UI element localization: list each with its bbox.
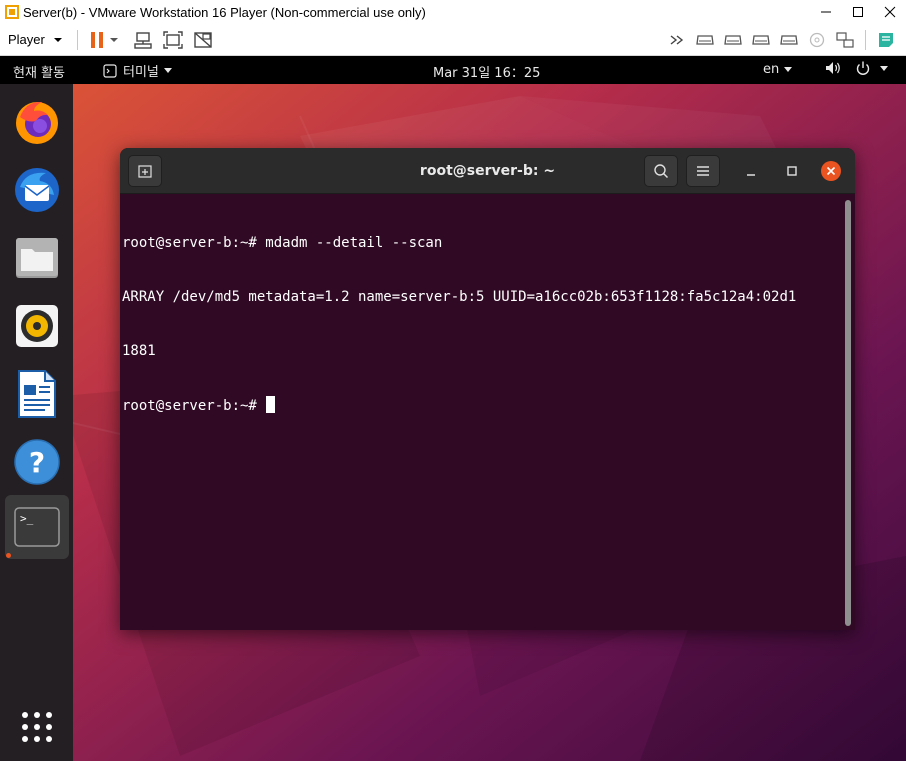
thunderbird-icon [15,168,59,212]
activities-button[interactable]: 현재 활동 [13,62,65,81]
device-status-bar [663,24,906,56]
vmware-player-window: Server(b) - VMware Workstation 16 Player… [0,0,906,761]
input-language-menu[interactable]: en [763,62,793,77]
terminal-icon: >_ [14,507,60,547]
hard-disk-icon[interactable] [719,28,747,52]
maximize-icon[interactable] [842,0,874,24]
help-icon: ? [14,439,60,485]
terminal-line: ARRAY /dev/md5 metadata=1.2 name=server-… [122,289,797,305]
rhythmbox-icon [16,305,58,347]
search-icon [654,164,669,179]
show-applications-button[interactable] [5,695,69,759]
input-language-label: en [763,62,780,77]
system-menu[interactable] [825,60,888,76]
fit-guest-icon [163,30,183,49]
dock: ? >_ [0,84,73,761]
svg-text:>_: >_ [20,512,34,525]
clock[interactable]: Mar 31일 16：25 [433,62,540,81]
svg-text:?: ? [29,446,45,479]
player-menu-label: Player [8,32,45,47]
hamburger-menu-icon [697,166,709,176]
pause-icon [90,31,103,48]
maximize-icon [787,166,797,176]
hard-disk-icon[interactable] [747,28,775,52]
gnome-top-bar: 현재 활동 터미널 Mar 31일 16：25 en [0,56,906,84]
fit-guest-button[interactable] [158,28,188,52]
toolbar-divider [76,29,78,50]
terminal-line: 1881 [122,343,156,359]
text-cursor [266,396,276,413]
close-icon [821,161,841,181]
dock-firefox[interactable] [5,90,69,154]
new-tab-icon [138,165,152,178]
guest-display[interactable]: 현재 활동 터미널 Mar 31일 16：25 en ? >_ root@ser… [0,56,906,761]
dock-files[interactable] [5,226,69,290]
minimize-button[interactable] [740,160,762,182]
running-indicator [6,553,11,558]
vmware-title-bar: Server(b) - VMware Workstation 16 Player… [0,0,906,24]
minimize-icon[interactable] [810,0,842,24]
power-icon [856,61,870,75]
dock-thunderbird[interactable] [5,158,69,222]
hard-disk-icon[interactable] [691,28,719,52]
hard-disk-icon[interactable] [775,28,803,52]
dock-help[interactable]: ? [5,430,69,494]
unity-icon [194,31,212,48]
toolbar-divider [865,30,866,50]
close-icon[interactable] [874,0,906,24]
app-menu-button[interactable]: 터미널 [103,61,172,80]
player-menu-button[interactable]: Player [8,32,65,47]
firefox-icon [16,101,58,144]
chevron-down-icon [784,67,793,72]
minimize-icon [747,174,755,176]
dock-rhythmbox[interactable] [5,294,69,358]
terminal-header-bar[interactable]: root@server-b: ~ [120,148,855,194]
send-ctrl-alt-del-icon [134,31,152,49]
terminal-prompt: root@server-b:~# [122,398,266,414]
more-devices-icon[interactable] [663,28,691,52]
scrollbar-thumb[interactable] [845,200,851,626]
chevron-down-icon [109,37,118,42]
terminal-output[interactable]: root@server-b:~# mdadm --detail --scan A… [122,198,844,628]
terminal-prompt-line: root@server-b:~# [122,396,844,414]
terminal-scrollbar[interactable] [845,198,852,628]
unity-button[interactable] [188,28,218,52]
cd-icon[interactable] [803,28,831,52]
files-icon [16,238,58,278]
close-button[interactable] [820,160,842,182]
app-grid-icon [22,712,52,742]
dock-terminal[interactable]: >_ [5,495,69,559]
network-icon[interactable] [831,28,859,52]
libreoffice-writer-icon [18,370,56,418]
search-button[interactable] [644,155,678,187]
chevron-down-icon [163,68,172,73]
pause-dropdown-button[interactable] [106,28,122,52]
terminal-icon [103,63,117,78]
chevron-down-icon [880,65,888,71]
app-menu-label: 터미널 [123,65,159,80]
pause-button[interactable] [88,28,106,52]
menu-button[interactable] [686,155,720,187]
terminal-window[interactable]: root@server-b: ~ root@server-b:~# mdadm … [120,148,855,630]
message-log-icon[interactable] [872,28,900,52]
dock-libreoffice-writer[interactable] [5,362,69,426]
chevron-down-icon [53,37,62,42]
window-title: Server(b) - VMware Workstation 16 Player… [23,4,426,20]
vmware-logo-icon [5,5,19,19]
maximize-button[interactable] [781,160,803,182]
volume-icon [826,62,840,74]
new-tab-button[interactable] [128,155,162,187]
vmware-toolbar: Player [0,24,906,56]
send-ctrl-alt-del-button[interactable] [128,28,158,52]
terminal-line: root@server-b:~# mdadm --detail --scan [122,235,443,251]
